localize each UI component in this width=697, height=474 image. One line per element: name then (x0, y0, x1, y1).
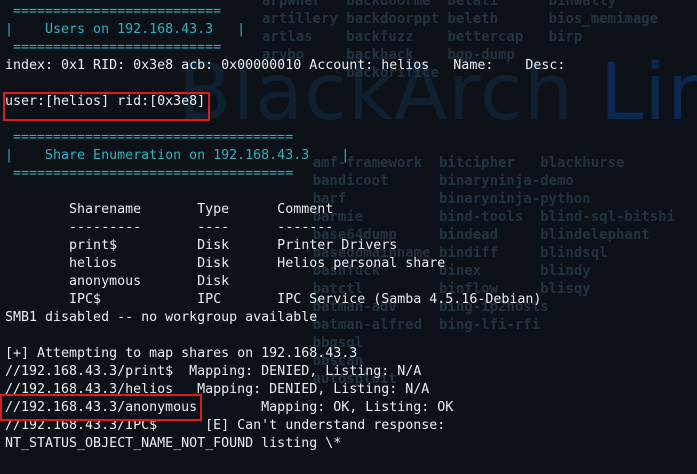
terminal-line: =================================== (5, 130, 294, 145)
terminal-line: anonymous Disk (5, 274, 230, 289)
terminal-line: IPC$ IPC IPC Service (Samba 4.5.16-Debia… (5, 292, 542, 307)
terminal-line: user:[helios] rid:[0x3e8] (5, 94, 206, 109)
terminal-line: Sharename Type Comment (5, 202, 334, 217)
terminal-window[interactable]: BlackArch Lin arpwner backdoorme belati … (0, 0, 697, 474)
terminal-line: ========================== (5, 40, 222, 55)
terminal-line: index: 0x1 RID: 0x3e8 acb: 0x00000010 Ac… (5, 58, 566, 73)
terminal-line: NT_STATUS_OBJECT_NAME_NOT_FOUND listing … (5, 436, 342, 451)
terminal-line: //192.168.43.3/IPC$ [E] Can't understand… (5, 418, 446, 433)
terminal-line: | Users on 192.168.43.3 | (5, 22, 246, 37)
terminal-line: SMB1 disabled -- no workgroup available (5, 310, 318, 325)
terminal-line: helios Disk Helios personal share (5, 256, 446, 271)
terminal-line: [+] Attempting to map shares on 192.168.… (5, 346, 358, 361)
terminal-line: | Share Enumeration on 192.168.43.3 | (5, 148, 350, 163)
terminal-line: //192.168.43.3/helios Mapping: DENIED, L… (5, 382, 430, 397)
terminal-line: print$ Disk Printer Drivers (5, 238, 398, 253)
terminal-line: //192.168.43.3/print$ Mapping: DENIED, L… (5, 364, 422, 379)
terminal-output: ========================== | Users on 192… (5, 3, 697, 453)
terminal-line: //192.168.43.3/anonymous Mapping: OK, Li… (5, 400, 454, 415)
terminal-line: ========================== (5, 4, 222, 19)
terminal-line: =================================== (5, 166, 294, 181)
terminal-line: --------- ---- ------- (5, 220, 334, 235)
